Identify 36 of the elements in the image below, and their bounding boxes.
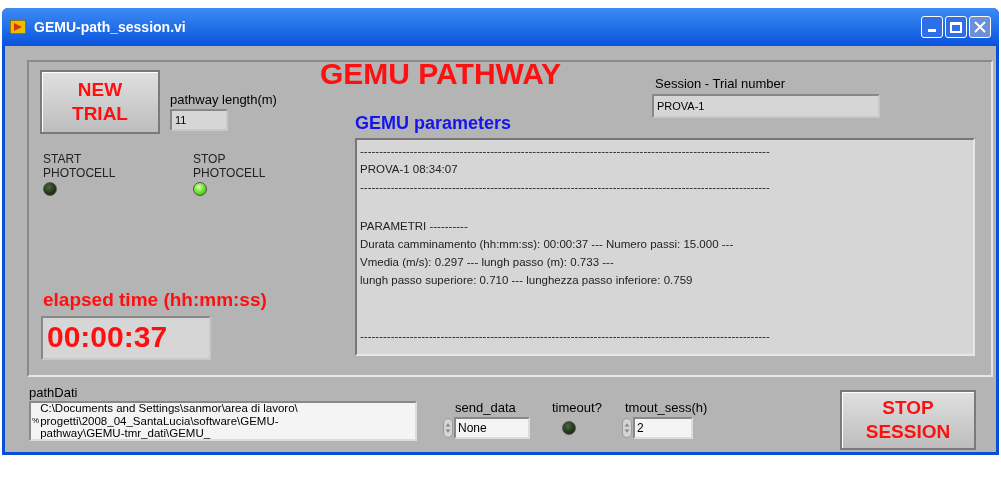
- field-label: Session - Trial number: [655, 75, 786, 93]
- path-icon: %: [31, 414, 41, 428]
- close-button[interactable]: [969, 16, 991, 38]
- section-title: GEMU parameters: [355, 112, 512, 134]
- indicator-label: STOP PHOTOCELL: [193, 152, 266, 180]
- text-line: Durata camminamento (hh:mm:ss): 00:00:37 --- Numero passi: 15.000 ---: [360, 237, 734, 252]
- field-label: send_data: [455, 399, 516, 417]
- field-label: pathDati: [29, 384, 78, 402]
- text-line: PARAMETRI ----------: [360, 219, 468, 234]
- maximize-button[interactable]: [945, 16, 967, 38]
- path-field[interactable]: % C:\Documents and Settings\sanmor\area di lavoro\ progetti\2008_04_SantaLucia\software\GEMU- pathway\GEMU-tmr_dati\GEMU_: [29, 401, 417, 441]
- time-display: 00:00:37: [41, 316, 211, 360]
- text-line: -----------------------------------------------------------------------------------------------------------: [360, 180, 770, 195]
- field-value: C:\Documents and Settings\sanmor\area di lavoro\ progetti\2008_04_SantaLucia\software\GEMU- pathway\GEMU-tmr_dati\GEMU_: [40, 402, 298, 440]
- text-line: Vmedia (m/s): 0.297 --- lungh passo (m): 0.733 ---: [360, 255, 614, 270]
- text-line: PROVA-1 08:34:07: [360, 162, 458, 177]
- app-icon: [10, 20, 26, 34]
- text-line: lungh passo superiore: 0.710 --- lunghezza passo inferiore: 0.759: [360, 273, 693, 288]
- window-title: GEMU-path_session.vi: [34, 17, 186, 37]
- field-label: elapsed time (hh:mm:ss): [43, 288, 267, 312]
- field-label: tmout_sess(h): [625, 399, 708, 417]
- indicator-label: START PHOTOCELL: [43, 152, 116, 180]
- minimize-button[interactable]: [921, 16, 943, 38]
- text-line: -----------------------------------------------------------------------------------------------------------: [360, 329, 770, 344]
- text-line: -----------------------------------------------------------------------------------------------------------: [360, 144, 770, 159]
- input-field[interactable]: 11: [170, 109, 228, 131]
- spinner-arrows-icon[interactable]: [622, 418, 632, 438]
- input-field[interactable]: 2: [633, 417, 693, 439]
- field-label: pathway length(m): [170, 91, 277, 109]
- indicator-label: timeout?: [552, 399, 602, 417]
- parameters-textbox[interactable]: [355, 138, 975, 356]
- spinner-arrows-icon[interactable]: [443, 418, 453, 438]
- panel-title: GEMU PATHWAY: [320, 56, 562, 92]
- input-field[interactable]: None: [454, 417, 530, 439]
- close-icon: [974, 21, 986, 33]
- input-field[interactable]: PROVA-1: [652, 94, 880, 118]
